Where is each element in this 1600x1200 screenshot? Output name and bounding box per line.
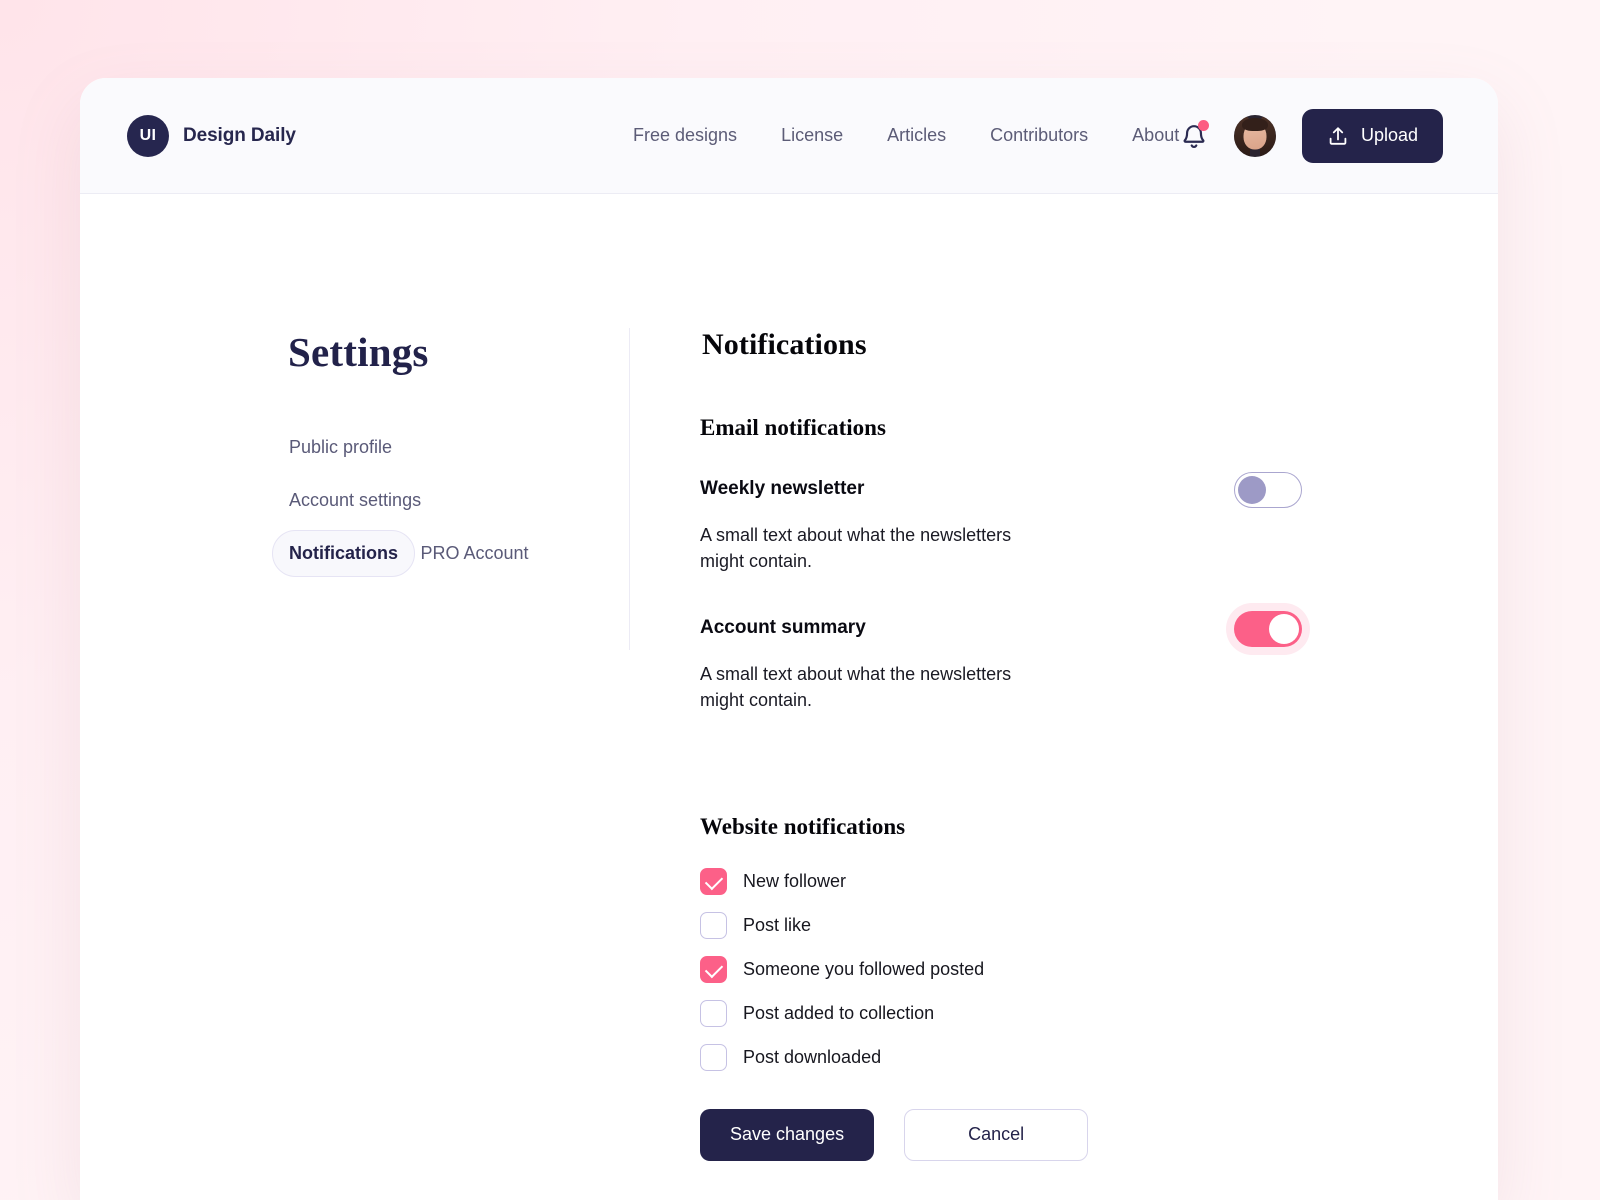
toggle-knob [1238, 476, 1266, 504]
checkbox-row-someone-you-followed-posted[interactable]: Someone you followed posted [700, 955, 1320, 983]
checkbox-post-added-to-collection[interactable] [700, 999, 727, 1027]
cancel-button[interactable]: Cancel [904, 1108, 1089, 1161]
checkbox-label-someone-you-followed-posted: Someone you followed posted [743, 958, 985, 979]
nav-item-license[interactable]: License [781, 125, 843, 146]
brand-name: Design Daily [183, 124, 296, 146]
toggle-weekly-newsletter[interactable] [1234, 472, 1302, 508]
nav-item-contributors[interactable]: Contributors [990, 125, 1088, 146]
website-section-heading: Website notifications [700, 813, 906, 839]
form-actions: Save changes Cancel [700, 1108, 1320, 1161]
checkbox-new-follower[interactable] [700, 867, 727, 895]
page-title: Settings [288, 329, 429, 375]
email-notifications-section: Email notifications Weekly newsletter A … [700, 415, 1320, 714]
checkbox-label-new-follower: New follower [743, 870, 847, 891]
checkbox-row-post-added-to-collection[interactable]: Post added to collection [700, 999, 1320, 1027]
email-section-heading: Email notifications [700, 415, 886, 440]
checkbox-row-new-follower[interactable]: New follower [700, 867, 1320, 895]
sidebar-item-account-settings[interactable]: Account settings [272, 477, 438, 524]
sidebar-item-notifications[interactable]: Notifications [272, 530, 416, 577]
website-notifications-section: Website notifications New follower Post … [700, 814, 1320, 1161]
checkbox-label-post-like: Post like [743, 914, 812, 935]
checkbox-label-post-added-to-collection: Post added to collection [743, 1002, 935, 1023]
upload-button[interactable]: Upload [1301, 108, 1443, 163]
upload-icon [1329, 126, 1347, 145]
checkbox-post-downloaded[interactable] [700, 1043, 727, 1071]
pref-account-summary-description: A small text about what the newsletters … [700, 663, 1012, 711]
toggle-account-summary[interactable] [1234, 610, 1302, 647]
settings-nav: Public profile Account settings Notifica… [272, 424, 550, 583]
checkbox-row-post-like[interactable]: Post like [700, 911, 1320, 939]
pref-account-summary: Account summary A small text about what … [700, 610, 1320, 714]
upload-button-label: Upload [1360, 125, 1418, 145]
pref-weekly-newsletter: Weekly newsletter A small text about wha… [700, 472, 1320, 575]
pref-weekly-newsletter-description: A small text about what the newsletters … [700, 525, 1012, 572]
notification-badge-dot [1197, 119, 1209, 131]
app-window: UI Design Daily Free designs License Art… [80, 78, 1498, 1200]
nav-item-about[interactable]: About [1132, 125, 1179, 146]
save-changes-button[interactable]: Save changes [700, 1108, 875, 1161]
sidebar-item-pro-account[interactable]: PRO Account [403, 530, 545, 577]
sidebar-item-public-profile[interactable]: Public profile [272, 424, 409, 471]
checkbox-label-post-downloaded: Post downloaded [743, 1046, 882, 1067]
settings-sidebar: Settings Public profile Account settings… [272, 328, 550, 1200]
main-navigation: Free designs License Articles Contributo… [633, 125, 1179, 146]
notifications-panel: Notifications Email notifications Weekly… [700, 328, 1320, 1200]
toggle-knob [1269, 613, 1299, 644]
pref-weekly-newsletter-label: Weekly newsletter [700, 478, 865, 499]
settings-page: Settings Public profile Account settings… [80, 194, 1498, 1200]
header-actions: Upload [1180, 108, 1443, 163]
avatar-fringe [1241, 117, 1268, 131]
vertical-divider [629, 328, 630, 650]
pref-account-summary-label: Account summary [700, 616, 866, 638]
brand-mark-icon: UI [127, 114, 169, 157]
checkbox-someone-you-followed-posted[interactable] [700, 955, 727, 983]
brand-logo[interactable]: UI Design Daily [127, 114, 296, 157]
checkbox-post-like[interactable] [700, 911, 727, 939]
nav-item-articles[interactable]: Articles [887, 125, 946, 146]
avatar[interactable] [1233, 114, 1276, 157]
site-header: UI Design Daily Free designs License Art… [80, 78, 1498, 194]
checkbox-row-post-downloaded[interactable]: Post downloaded [700, 1043, 1320, 1071]
panel-title: Notifications [702, 328, 867, 361]
nav-item-free-designs[interactable]: Free designs [633, 125, 737, 146]
notifications-button[interactable] [1180, 119, 1209, 151]
